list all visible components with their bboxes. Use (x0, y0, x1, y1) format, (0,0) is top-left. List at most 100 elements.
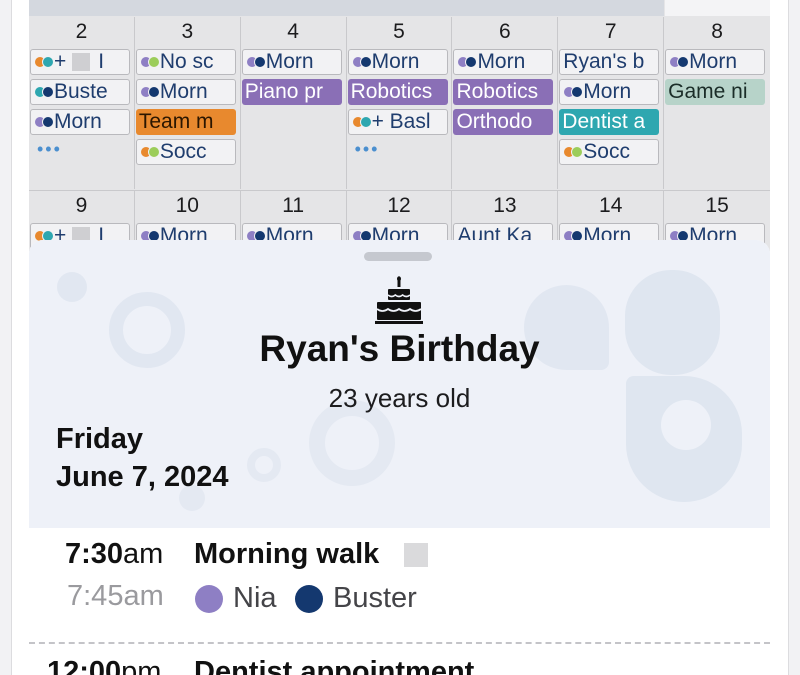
calendar-event-chip[interactable]: Morn (241, 49, 342, 75)
calendar-event-chip[interactable]: Dentist a (559, 109, 660, 135)
event-color-swatch (404, 543, 428, 567)
agenda-event[interactable]: 7:30am 7:45am Morning walk Nia Buster (29, 538, 770, 638)
chip-label: Orthodo (456, 110, 533, 133)
calendar-event-chip[interactable]: Robotics (453, 79, 554, 105)
sheet-drag-handle[interactable] (364, 252, 432, 261)
attendee-dots (34, 56, 54, 68)
attendee-dots (34, 116, 54, 128)
chip-label: Morn (54, 110, 102, 133)
calendar-event-chip[interactable]: Morn (559, 79, 660, 105)
calendar-event-chip[interactable]: Team m (135, 109, 236, 135)
calendar-event-chip[interactable]: Morn (347, 49, 448, 75)
decorative-circle (57, 272, 87, 302)
calendar-event-chip[interactable]: Game ni (665, 79, 766, 105)
calendar-top-bar (29, 0, 664, 16)
attendee-dots (245, 56, 266, 68)
attendee-dots (563, 146, 584, 158)
chip-label: Game ni (668, 80, 748, 103)
calendar-event-chip[interactable]: Socc (135, 139, 236, 165)
calendar-day-number: 7 (604, 20, 617, 43)
chip-label: Morn (583, 80, 632, 103)
attendee-dots (139, 146, 160, 158)
chip-label: Morn (159, 80, 208, 103)
chip-label: + Basl (371, 110, 431, 133)
agenda-divider (29, 642, 770, 644)
attendee-color-dot (195, 584, 223, 613)
chip-color-swatch (72, 53, 91, 71)
calendar-day-number: 9 (75, 194, 88, 217)
agenda-event[interactable]: 12:00pm Dentist appointment (29, 656, 770, 675)
calendar-event-chip[interactable]: Robotics (347, 79, 448, 105)
calendar-event-chip[interactable]: + Basl (347, 109, 448, 135)
chip-label: + (54, 50, 67, 73)
calendar-day-number: 13 (493, 194, 517, 217)
attendee-dots (563, 86, 584, 98)
calendar-day-number: 8 (711, 20, 723, 43)
calendar-day-number: 10 (175, 194, 199, 217)
calendar-day-number: 14 (599, 194, 623, 217)
chip-label: No sc (159, 50, 214, 73)
selected-weekday: Friday (56, 423, 144, 455)
chip-label: Morn (689, 50, 738, 73)
chip-label: Dentist a (562, 110, 646, 133)
event-subtitle: 23 years old (328, 383, 471, 413)
calendar-day-cell[interactable]: 7 Ryan's b Morn Dentist a Socc (558, 17, 665, 189)
calendar-event-chip[interactable]: Morn (453, 49, 554, 75)
calendar-event-chip[interactable]: Piano pr (241, 79, 342, 105)
calendar-event-chip[interactable]: Ryan's b (559, 49, 660, 75)
calendar-event-chip[interactable]: Orthodo (453, 109, 554, 135)
calendar-day-cell[interactable]: 8 Morn Game ni (664, 17, 770, 189)
attendee-name: Buster (333, 582, 417, 614)
calendar-event-chip[interactable]: Morn (665, 49, 766, 75)
event-start-time: 7:30am (65, 538, 164, 570)
calendar-day-cell[interactable]: 4 Morn Piano pr (241, 17, 347, 189)
attendee-dots (34, 86, 54, 98)
event-detail-header: Ryan's Birthday 23 years old Friday June… (29, 240, 770, 528)
month-calendar-grid[interactable]: 2 + I Buste Morn ••• 3 No sc Morn Team m Socc 4 Morn… (29, 0, 770, 260)
calendar-day-number: 5 (393, 20, 405, 43)
event-detail-sheet[interactable]: Ryan's Birthday 23 years old Friday June… (29, 240, 770, 675)
chip-label: Piano pr (244, 80, 323, 103)
calendar-event-chip[interactable]: Morn (30, 109, 130, 135)
birthday-cake-icon (375, 276, 423, 324)
calendar-event-chip[interactable]: Morn (135, 79, 236, 105)
calendar-event-chip[interactable]: No sc (135, 49, 236, 75)
attendee-dots (139, 56, 160, 68)
calendar-top-bar-right (665, 0, 770, 16)
attendee-color-dot (295, 584, 323, 613)
attendee-name: Nia (233, 582, 277, 614)
calendar-day-number: 11 (282, 194, 305, 217)
chip-trailing-text: I (98, 50, 105, 73)
event-end-time: 7:45am (67, 580, 164, 612)
calendar-day-number: 3 (181, 20, 194, 43)
chip-label: Morn (265, 50, 314, 73)
attendee-dots (139, 86, 160, 98)
chip-label: Buste (54, 80, 108, 103)
more-events-indicator[interactable]: ••• (355, 139, 380, 160)
calendar-day-cell[interactable]: 3 No sc Morn Team m Socc (135, 17, 241, 189)
chip-label: Morn (477, 50, 526, 73)
chip-label: Robotics (350, 80, 433, 103)
attendee-buster: Buster (295, 582, 417, 615)
device-bezel-right (788, 0, 800, 675)
calendar-event-chip[interactable]: Buste (30, 79, 130, 105)
calendar-day-cell[interactable]: 2 + I Buste Morn ••• (29, 17, 135, 189)
attendee-dots (457, 56, 478, 68)
attendee-dots (351, 116, 372, 128)
chip-label: Socc (159, 140, 207, 163)
event-name: Morning walk (194, 538, 380, 570)
week-row: 2 + I Buste Morn ••• 3 No sc Morn Team m Socc 4 Morn… (29, 17, 770, 189)
more-events-indicator[interactable]: ••• (37, 139, 62, 160)
calendar-day-cell[interactable]: 6 Morn Robotics Orthodo (452, 17, 559, 189)
calendar-day-number: 4 (287, 20, 299, 43)
device-bezel-left (0, 0, 12, 675)
calendar-day-number: 12 (387, 194, 411, 217)
calendar-event-chip[interactable]: + I (30, 49, 130, 75)
attendee-dots (669, 56, 690, 68)
event-start-time: 12:00pm (47, 656, 162, 675)
chip-label: Team m (138, 110, 214, 133)
calendar-event-chip[interactable]: Socc (559, 139, 660, 165)
calendar-day-cell[interactable]: 5 Morn Robotics + Basl ••• (347, 17, 453, 189)
chip-label: Robotics (456, 80, 539, 103)
attendee-dots (351, 56, 372, 68)
